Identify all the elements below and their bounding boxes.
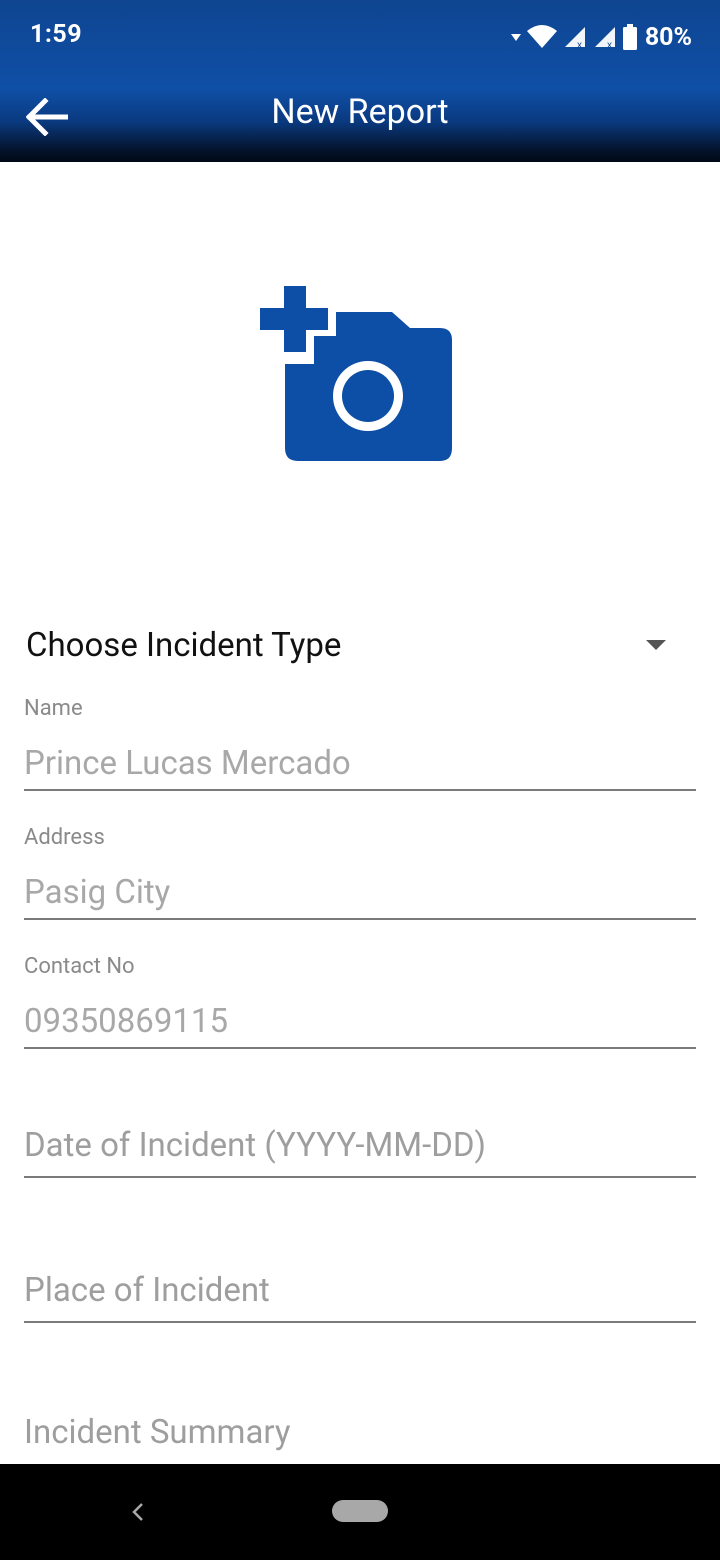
place-underline (24, 1321, 696, 1323)
status-time: 1:59 (30, 20, 83, 49)
contact-underline (24, 1047, 696, 1049)
app-header: 1:59 x x 80% New Report (0, 0, 720, 162)
page-title: New Report (271, 92, 449, 132)
add-a-photo-icon (260, 286, 452, 461)
battery-icon (622, 24, 637, 50)
add-photo-button[interactable] (258, 284, 454, 464)
address-underline (24, 918, 696, 920)
battery-percent: 80% (644, 22, 692, 52)
name-field-group: Name (24, 694, 696, 794)
address-field-group: Address (24, 823, 696, 923)
address-label: Address (24, 825, 105, 850)
status-icons: x x 80% (510, 20, 692, 54)
date-field-group (24, 1120, 696, 1182)
nav-home-pill[interactable] (332, 1500, 388, 1522)
signal-icon: x (564, 27, 585, 49)
name-label: Name (24, 696, 83, 721)
summary-input[interactable] (24, 1413, 696, 1452)
address-input[interactable] (24, 873, 696, 912)
data-arrow-icon (510, 34, 521, 41)
place-input[interactable] (24, 1271, 696, 1310)
wifi-icon (526, 25, 557, 48)
contact-field-group: Contact No (24, 952, 696, 1052)
contact-label: Contact No (24, 954, 135, 979)
signal-icon: x (594, 27, 615, 49)
incident-type-select[interactable]: Choose Incident Type (24, 620, 696, 676)
chevron-left-icon (132, 1503, 143, 1521)
summary-field-group (24, 1407, 696, 1463)
nav-back-button[interactable] (118, 1492, 158, 1532)
name-input[interactable] (24, 744, 696, 783)
contact-input[interactable] (24, 1002, 696, 1041)
dropdown-arrow-icon (646, 640, 666, 650)
name-underline (24, 789, 696, 791)
svg-text:x: x (607, 40, 612, 49)
date-input[interactable] (24, 1126, 696, 1165)
svg-text:x: x (577, 40, 582, 49)
date-underline (24, 1176, 696, 1178)
status-bar: 1:59 x x 80% (0, 0, 720, 72)
place-field-group (24, 1265, 696, 1327)
incident-type-label: Choose Incident Type (26, 626, 342, 665)
